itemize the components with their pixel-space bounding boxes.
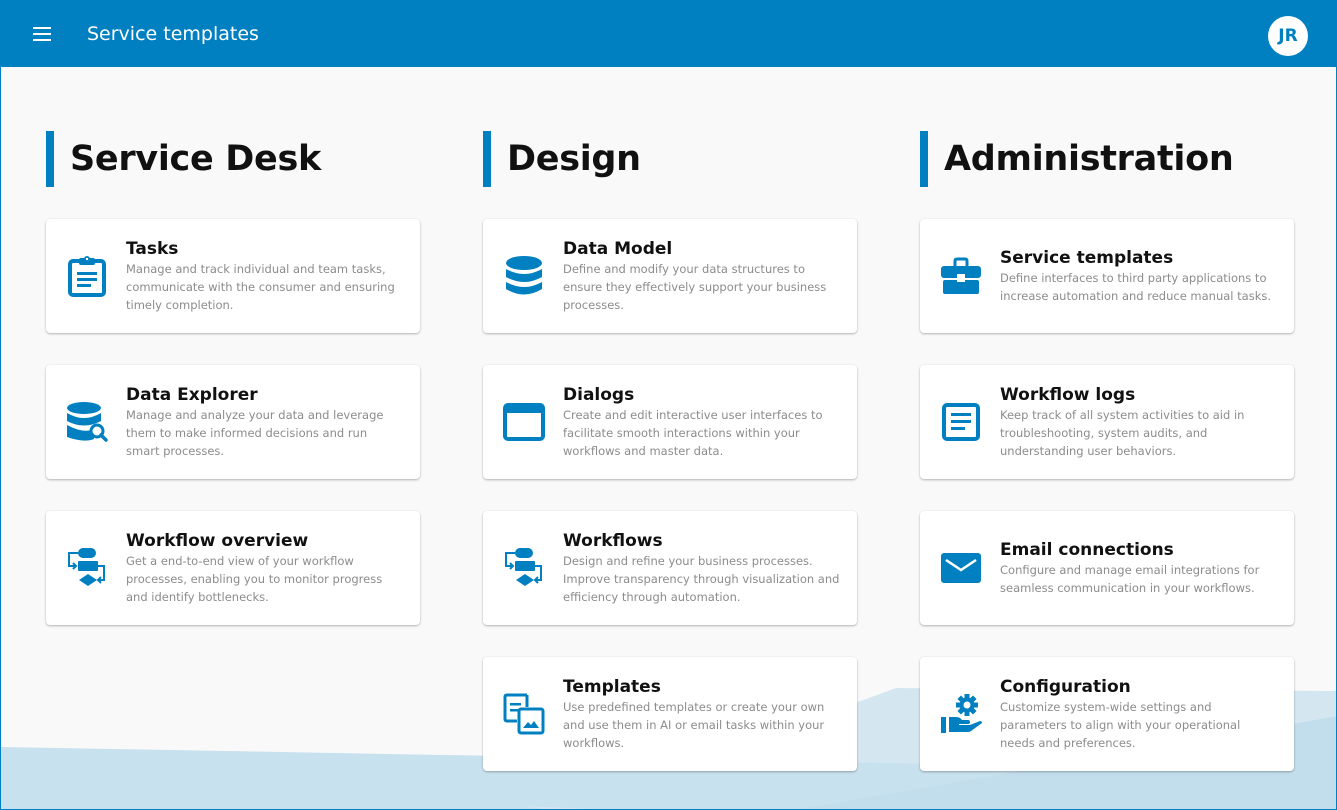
window-icon [503, 401, 545, 443]
section-title: Service Desk [46, 131, 420, 187]
section-administration: Administration Service templates Define … [920, 131, 1294, 803]
card-dialogs[interactable]: Dialogs Create and edit interactive user… [483, 365, 857, 479]
top-bar: Service templates JR [1, 1, 1336, 67]
user-avatar[interactable]: JR [1268, 16, 1308, 56]
card-templates[interactable]: Templates Use predefined templates or cr… [483, 657, 857, 771]
card-title: Templates [563, 677, 661, 697]
card-title: Service templates [1000, 248, 1174, 268]
app-window: Service templates JR Service Desk Tasks … [0, 0, 1337, 810]
card-title: Email connections [1000, 540, 1174, 560]
card-description: Define and modify your data structures t… [563, 262, 827, 312]
card-description: Configure and manage email integrations … [1000, 563, 1260, 595]
page-title: Service templates [87, 23, 259, 45]
card-workflows[interactable]: Workflows Design and refine your busines… [483, 511, 857, 625]
card-description: Use predefined templates or create your … [563, 700, 825, 750]
card-description: Get a end-to-end view of your workflow p… [126, 554, 383, 604]
card-description: Create and edit interactive user interfa… [563, 408, 823, 458]
card-title: Configuration [1000, 677, 1131, 697]
card-title: Workflow overview [126, 531, 309, 551]
hand-gear-icon [940, 693, 982, 735]
card-description: Design and refine your business processe… [563, 554, 840, 604]
card-title: Data Explorer [126, 385, 258, 405]
card-title: Data Model [563, 239, 673, 259]
card-workflow-overview[interactable]: Workflow overview Get a end-to-end view … [46, 511, 420, 625]
card-description: Customize system-wide settings and param… [1000, 700, 1241, 750]
card-description: Define interfaces to third party applica… [1000, 271, 1272, 303]
main-content: Service Desk Tasks Manage and track indi… [1, 67, 1336, 809]
card-service-templates[interactable]: Service templates Define interfaces to t… [920, 219, 1294, 333]
section-design: Design Data Model Define and modify your… [483, 131, 857, 803]
hamburger-menu-icon[interactable] [33, 25, 55, 43]
card-title: Dialogs [563, 385, 635, 405]
card-email-connections[interactable]: Email connections Configure and manage e… [920, 511, 1294, 625]
templates-icon [503, 693, 545, 735]
card-title: Workflows [563, 531, 663, 551]
briefcase-icon [940, 255, 982, 297]
card-data-explorer[interactable]: Data Explorer Manage and analyze your da… [46, 365, 420, 479]
clipboard-icon [66, 255, 108, 297]
card-description: Manage and analyze your data and leverag… [126, 408, 384, 458]
section-title: Administration [920, 131, 1294, 187]
card-title: Workflow logs [1000, 385, 1136, 405]
workflow-diagram-icon [66, 547, 108, 589]
card-description: Manage and track individual and team tas… [126, 262, 395, 312]
card-title: Tasks [126, 239, 179, 259]
envelope-icon [940, 547, 982, 589]
database-icon [503, 255, 545, 297]
section-title: Design [483, 131, 857, 187]
card-description: Keep track of all system activities to a… [1000, 408, 1245, 458]
database-search-icon [66, 401, 108, 443]
section-service-desk: Service Desk Tasks Manage and track indi… [46, 131, 420, 657]
card-configuration[interactable]: Configuration Customize system-wide sett… [920, 657, 1294, 771]
card-workflow-logs[interactable]: Workflow logs Keep track of all system a… [920, 365, 1294, 479]
workflow-diagram-icon [503, 547, 545, 589]
document-lines-icon [940, 401, 982, 443]
card-data-model[interactable]: Data Model Define and modify your data s… [483, 219, 857, 333]
card-tasks[interactable]: Tasks Manage and track individual and te… [46, 219, 420, 333]
